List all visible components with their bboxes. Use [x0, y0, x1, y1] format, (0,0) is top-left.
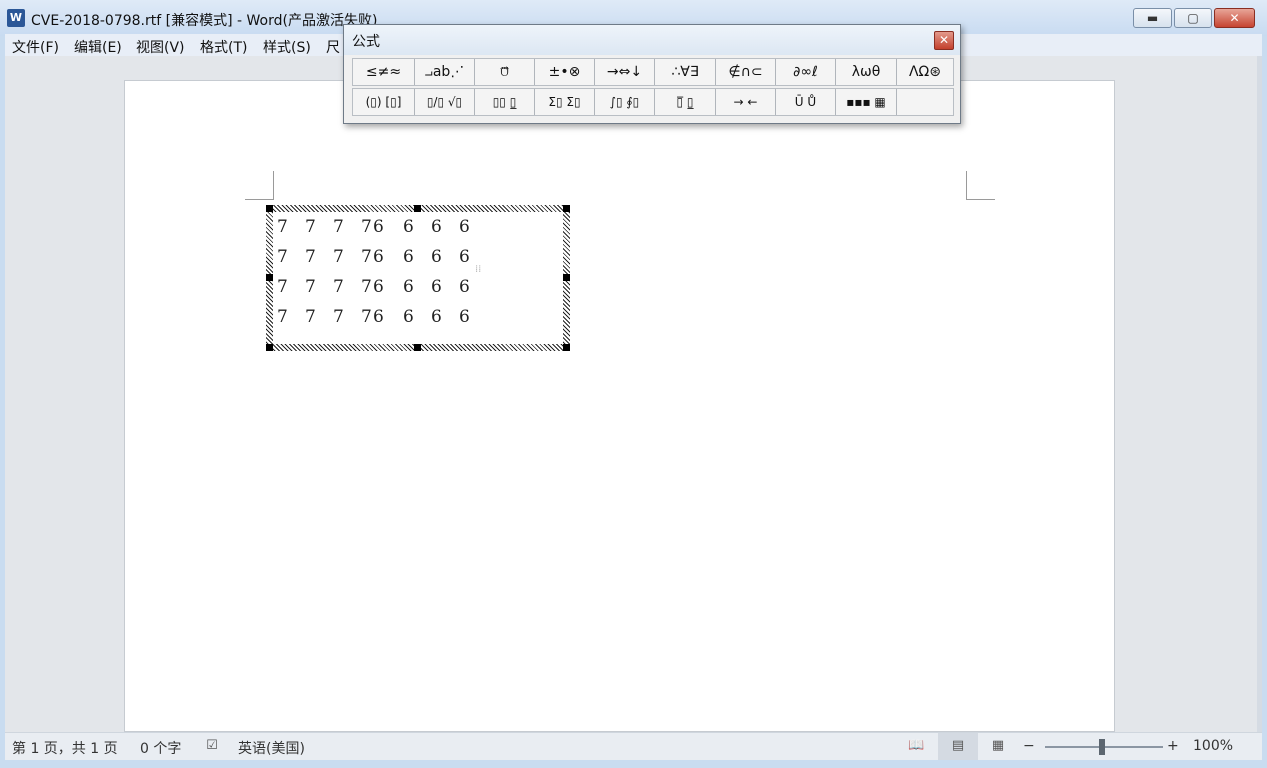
equation-digit: 6: [431, 247, 442, 267]
equation-digit: 7: [277, 277, 288, 297]
products-set-templates-button[interactable]: Ū Ů: [776, 89, 836, 115]
print-layout-icon[interactable]: ▤: [950, 738, 966, 754]
summation-templates-button[interactable]: Σ▯ Σ▯: [535, 89, 595, 115]
equation-digit: 6: [403, 247, 414, 267]
equation-digit: 7: [305, 217, 316, 237]
language-indicator[interactable]: 英语(美国): [238, 738, 305, 758]
equation-digit: 6: [431, 277, 442, 297]
operator-symbols-button[interactable]: ±•⊗: [535, 59, 595, 85]
resize-handle-b[interactable]: [414, 344, 421, 351]
maximize-button[interactable]: ▢: [1174, 8, 1212, 28]
resize-handle-t[interactable]: [414, 205, 421, 212]
embellishments-button[interactable]: ⩌⃗⃛: [475, 59, 535, 85]
equation-digit: 6: [403, 217, 414, 237]
menu-file[interactable]: 文件(F): [12, 37, 59, 57]
zoom-slider-thumb[interactable]: [1099, 739, 1105, 755]
word-count[interactable]: 0 个字: [140, 738, 181, 758]
equation-digit: 7: [277, 217, 288, 237]
equation-digit: 7: [333, 307, 344, 327]
spaces-ellipses-button[interactable]: ⨼ab⋰: [415, 59, 475, 85]
template-palette-row: (▯) [▯] ▯/▯ √▯ ▯▯ ▯̲ Σ▯ Σ▯ ∫▯ ∮▯ ▯̅ ▯̲ →…: [352, 88, 954, 116]
equation-toolbar-titlebar[interactable]: 公式 ✕: [344, 25, 960, 55]
misc-symbols-button[interactable]: ∂∞ℓ: [776, 59, 836, 85]
margin-corner-right: [966, 171, 995, 200]
resize-handle-l[interactable]: [266, 274, 273, 281]
proofing-icon[interactable]: ☑: [204, 738, 220, 754]
menu-format[interactable]: 格式(T): [200, 37, 247, 57]
read-mode-icon[interactable]: 📖: [908, 738, 924, 754]
equation-digit: 6: [459, 277, 470, 297]
equation-toolbar-close-button[interactable]: ✕: [934, 31, 954, 50]
equation-toolbar-window[interactable]: 公式 ✕ ≤≠≈ ⨼ab⋰ ⩌⃗⃛ ±•⊗ →⇔↓ ∴∀∃ ∉∩⊂ ∂∞ℓ λω…: [343, 24, 961, 124]
equation-digit: 6: [431, 217, 442, 237]
resize-handle-tl[interactable]: [266, 205, 273, 212]
equation-digit: 7: [361, 247, 372, 267]
menu-edit[interactable]: 编辑(E): [74, 37, 122, 57]
equation-digit: 7: [333, 277, 344, 297]
equation-digit: 7: [277, 247, 288, 267]
equation-digit: 6: [431, 307, 442, 327]
equation-digit: 7: [277, 307, 288, 327]
close-button[interactable]: ✕: [1214, 8, 1255, 28]
matrix-templates-button[interactable]: ▪▪▪ ▦: [836, 89, 897, 115]
zoom-in-button[interactable]: +: [1167, 738, 1179, 754]
equation-digit: 6: [373, 247, 384, 267]
equation-digit: 6: [373, 307, 384, 327]
equation-digit: 6: [459, 247, 470, 267]
document-page[interactable]: [124, 80, 1115, 732]
equation-digit: 7: [305, 247, 316, 267]
equation-digit: 7: [305, 307, 316, 327]
set-theory-symbols-button[interactable]: ∉∩⊂: [716, 59, 776, 85]
equation-digit: 6: [459, 217, 470, 237]
subscript-templates-button[interactable]: ▯▯ ▯̲: [475, 89, 535, 115]
integral-templates-button[interactable]: ∫▯ ∮▯: [595, 89, 655, 115]
symbol-palette-row: ≤≠≈ ⨼ab⋰ ⩌⃗⃛ ±•⊗ →⇔↓ ∴∀∃ ∉∩⊂ ∂∞ℓ λωθ ΛΩ⊛: [352, 58, 954, 86]
equation-digit: 7: [333, 247, 344, 267]
window-title: CVE-2018-0798.rtf [兼容模式] - Word(产品激活失败): [31, 13, 378, 29]
zoom-out-button[interactable]: −: [1023, 738, 1035, 754]
menu-size[interactable]: 尺: [326, 37, 340, 57]
equation-toolbar-title: 公式: [352, 34, 380, 50]
vertical-scrollbar[interactable]: [1257, 56, 1262, 732]
equation-digit: 6: [459, 307, 470, 327]
minimize-button[interactable]: ▬: [1133, 8, 1172, 28]
status-bar: 第 1 页，共 1 页 0 个字 ☑ 英语(美国) 📖 ▤ ▦ − + 100%: [5, 732, 1262, 761]
menu-view[interactable]: 视图(V): [136, 37, 185, 57]
equation-digit: 6: [373, 217, 384, 237]
equation-digit: 6: [403, 307, 414, 327]
logical-symbols-button[interactable]: ∴∀∃: [655, 59, 716, 85]
resize-handle-tr[interactable]: [563, 205, 570, 212]
fence-templates-button[interactable]: (▯) [▯]: [353, 89, 415, 115]
zoom-level[interactable]: 100%: [1193, 738, 1233, 754]
menu-style[interactable]: 样式(S): [263, 37, 311, 57]
resize-handle-r[interactable]: [563, 274, 570, 281]
equation-digit: 6: [403, 277, 414, 297]
equation-digit: 7: [361, 217, 372, 237]
equation-digit: 6: [373, 277, 384, 297]
equation-digit: 7: [361, 307, 372, 327]
greek-uppercase-button[interactable]: ΛΩ⊛: [897, 59, 953, 85]
margin-corner-left: [245, 171, 274, 200]
relational-symbols-button[interactable]: ≤≠≈: [353, 59, 415, 85]
equation-digit: 7: [361, 277, 372, 297]
equation-digit: 7: [333, 217, 344, 237]
labeled-arrow-templates-button[interactable]: → ←: [716, 89, 776, 115]
fraction-radical-templates-button[interactable]: ▯/▯ √▯: [415, 89, 475, 115]
word-app-icon[interactable]: W: [7, 9, 25, 27]
resize-handle-br[interactable]: [563, 344, 570, 351]
overbar-underbar-templates-button[interactable]: ▯̅ ▯̲: [655, 89, 716, 115]
equation-cursor-icon: ⁞⁞: [475, 264, 482, 275]
web-layout-icon[interactable]: ▦: [990, 738, 1006, 754]
arrow-symbols-button[interactable]: →⇔↓: [595, 59, 655, 85]
window-bottom-frame: [0, 760, 1267, 768]
page-count[interactable]: 第 1 页，共 1 页: [12, 738, 118, 758]
greek-lowercase-button[interactable]: λωθ: [836, 59, 897, 85]
equation-content: [273, 212, 563, 344]
empty-palette-slot: [897, 89, 953, 115]
resize-handle-bl[interactable]: [266, 344, 273, 351]
equation-digit: 7: [305, 277, 316, 297]
